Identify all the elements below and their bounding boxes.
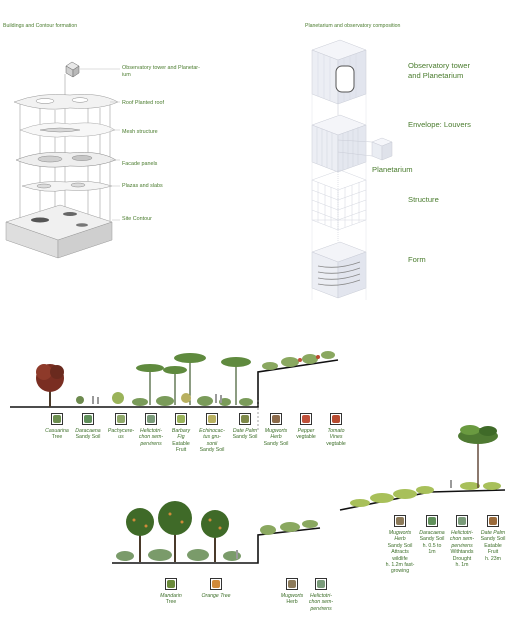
plant-icon — [51, 413, 63, 425]
plant-icon — [115, 413, 127, 425]
plant-icon — [487, 515, 499, 527]
plant-icon — [145, 413, 157, 425]
plant-name: Tomato Vines — [327, 428, 345, 441]
plant-icon — [300, 413, 312, 425]
plant-detail: Sandy Soil — [199, 447, 225, 454]
plant-caption: Tomato Vines vegtable — [317, 428, 355, 447]
plant-icon — [206, 413, 218, 425]
label-plazas-slabs: Plazas and slabs — [122, 183, 163, 189]
label-planetarium: Planetarium — [372, 165, 413, 174]
plant-caption: Mandarin Tree — [152, 593, 190, 606]
label-roof: Roof Planted roof — [122, 100, 164, 106]
label-structure: Structure — [408, 195, 439, 204]
label-tower-planetarium: Observatory tower and Planetarium — [408, 61, 471, 80]
plant-icon — [239, 413, 251, 425]
label-mesh-structure: Mesh structure — [122, 129, 158, 135]
plant-icon — [270, 413, 282, 425]
plant-icon — [315, 578, 327, 590]
plant-caption: Orange Tree — [197, 593, 235, 599]
plant-icon — [82, 413, 94, 425]
plant-icon — [175, 413, 187, 425]
tower-cube — [65, 61, 80, 78]
plant-detail: Tree — [165, 599, 177, 606]
plant-icon — [165, 578, 177, 590]
plant-name: Helictotri- chon sem- pervirens — [308, 593, 334, 612]
plant-icon — [456, 515, 468, 527]
plant-detail: Sandy Soil — [263, 440, 289, 447]
landscape-section-3 — [112, 501, 321, 564]
plant-icon — [426, 515, 438, 527]
plant-icon — [394, 515, 406, 527]
plant-icon — [330, 413, 342, 425]
plant-caption: Date Palm Sandy Soil Eatable Fruit h. 23m — [474, 530, 510, 562]
label-facade-panels: Facade panels — [122, 161, 158, 167]
exploded-layers-drawing — [5, 61, 120, 259]
plant-name: Orange Tree — [201, 593, 231, 599]
plant-detail: Sandy Soil Eatable Fruit h. 23m — [480, 536, 506, 562]
label-envelope-louvers: Envelope: Louvers — [408, 120, 471, 129]
landscape-section-2 — [339, 425, 506, 511]
label-observatory-tower: Observatory tower and Planetar- ium — [122, 65, 200, 78]
plant-icon — [210, 578, 222, 590]
plant-icon — [286, 578, 298, 590]
plant-detail: vegtable — [326, 440, 346, 447]
label-site-contour: Site Contour — [122, 216, 152, 222]
label-form: Form — [408, 255, 426, 264]
plant-caption: Helictotri- chon sem- pervirens — [302, 593, 340, 612]
